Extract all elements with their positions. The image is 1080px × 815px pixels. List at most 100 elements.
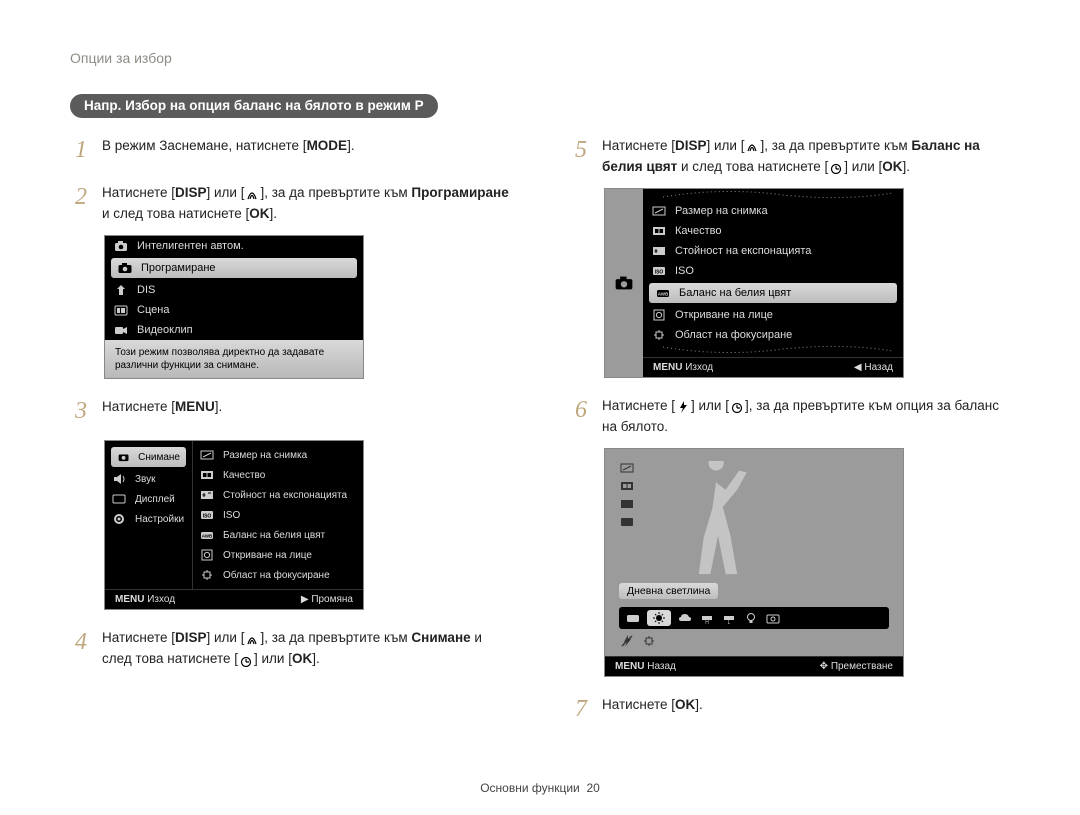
text: Натиснете [ — [602, 398, 675, 413]
text: ]. — [347, 138, 355, 153]
text: ]. — [903, 159, 911, 174]
label: Баланс на белия цвят — [679, 287, 791, 299]
kbd-menu: MENU — [175, 399, 215, 414]
side-icons — [619, 461, 635, 529]
flash-icon — [675, 399, 691, 411]
label: ISO — [223, 510, 240, 521]
iso-icon: ISO — [651, 264, 667, 278]
foot-right: ◀ Назад — [854, 362, 893, 373]
list-item-selected: Снимане — [111, 447, 186, 467]
quality-icon — [619, 479, 635, 493]
list-item: Област на фокусиране — [193, 565, 363, 585]
step-text: Натиснете [OK]. — [602, 691, 1010, 728]
list-item: ISO ISO — [643, 261, 903, 281]
step-number: 7 — [570, 691, 592, 728]
step-text: Натиснете [] или [], за да превъртите къ… — [602, 392, 1010, 438]
label: Откриване на лице — [675, 309, 773, 321]
label: Област на фокусиране — [675, 329, 792, 341]
footer-label: Основни функции — [480, 781, 580, 795]
text: Натиснете [ — [102, 630, 175, 645]
list-item: Размер на снимка — [643, 201, 903, 221]
wb-option-strip: H L — [619, 607, 889, 629]
awb-icon: AWB — [199, 528, 215, 542]
step-6: 6 Натиснете [] или [], за да превъртите … — [570, 392, 1010, 438]
step-number: 6 — [570, 392, 592, 438]
camera-icon — [117, 450, 130, 464]
foot-left: MENU Изход — [653, 362, 713, 373]
program-icon — [117, 261, 133, 275]
text: Натиснете [ — [102, 399, 175, 414]
list-item: Настройки — [105, 509, 192, 529]
text: ], за да превъртите към — [260, 185, 411, 200]
ev-icon — [199, 488, 215, 502]
screen-wb-list: Размер на снимка Качество Стойност на ек… — [604, 188, 904, 378]
timer-icon — [828, 160, 844, 172]
af-area-icon — [641, 634, 657, 648]
step-text: Натиснете [DISP] или [], за да превъртит… — [602, 132, 1010, 178]
label: Сцена — [137, 304, 169, 316]
screen-footer: MENU Назад ✥ Преместване — [605, 656, 903, 676]
col-left: 1 В режим Заснемане, натиснете [MODE]. 2… — [70, 132, 510, 738]
step-text: Натиснете [DISP] или [], за да превъртит… — [102, 179, 510, 225]
kbd-menu: MENU — [115, 594, 144, 605]
awb-icon — [625, 611, 641, 625]
svg-text:ISO: ISO — [203, 514, 212, 520]
kbd-disp: DISP — [675, 138, 707, 153]
tungsten-icon — [743, 611, 759, 625]
step-number: 4 — [70, 624, 92, 670]
text: ]. — [312, 651, 320, 666]
screen-wb-picker: Дневна светлина H L MENU Назад ✥ Прем — [604, 448, 904, 677]
kbd-ok: OK — [249, 206, 269, 221]
step-7: 7 Натиснете [OK]. — [570, 691, 1010, 728]
screen-mode-select: Интелигентен автом. Програмиране DIS Сце… — [104, 235, 364, 379]
gear-icon — [111, 512, 127, 526]
label: Дисплей — [135, 494, 175, 505]
kbd-disp: DISP — [175, 630, 207, 645]
menu-right-pane: Размер на снимка Качество Стойност на ек… — [193, 441, 363, 589]
quality-icon — [199, 468, 215, 482]
timer-icon — [729, 399, 745, 411]
list-item: Качество — [643, 221, 903, 241]
foot-right: ▶ Промяна — [301, 594, 353, 605]
scroll-curve-top — [643, 189, 903, 199]
quality-icon — [651, 224, 667, 238]
list-item: Откриване на лице — [193, 545, 363, 565]
label: Интелигентен автом. — [137, 240, 244, 252]
step-4: 4 Натиснете [DISP] или [], за да превърт… — [70, 624, 510, 670]
list-item: ISO ISO — [193, 505, 363, 525]
size-icon — [651, 204, 667, 218]
camera-icon — [613, 274, 635, 292]
screen-footer: MENU Изход ◀ Назад — [643, 357, 903, 377]
svg-text:AWB: AWB — [202, 534, 213, 539]
list-item: Стойност на експонацията — [643, 241, 903, 261]
arrow-left-icon: ◀ — [854, 362, 862, 373]
sun-icon — [651, 611, 667, 625]
example-pill: Напр. Избор на опция баланс на бялото в … — [70, 94, 438, 118]
label: Откриване на лице — [223, 550, 312, 561]
display-icon — [111, 492, 127, 506]
ev-icon — [651, 244, 667, 258]
text: ]. — [270, 206, 278, 221]
text: ]. — [695, 697, 703, 712]
list-item: Стойност на експонацията — [193, 485, 363, 505]
text: Натиснете [ — [102, 185, 175, 200]
label: Изход — [685, 362, 713, 373]
label: Програмиране — [141, 262, 216, 274]
label: Размер на снимка — [675, 205, 768, 217]
smart-icon — [113, 239, 129, 253]
label: Качество — [223, 470, 265, 481]
col-right: 5 Натиснете [DISP] или [], за да превърт… — [570, 132, 1010, 738]
label: Назад — [647, 661, 676, 672]
foot-left: MENU Изход — [115, 594, 175, 605]
columns: 1 В режим Заснемане, натиснете [MODE]. 2… — [70, 132, 1010, 738]
list-item: AWBБаланс на белия цвят — [193, 525, 363, 545]
step-number: 2 — [70, 179, 92, 225]
iso-icon — [619, 515, 635, 529]
label: ISO — [675, 265, 694, 277]
label: Изход — [147, 594, 175, 605]
screen-main-menu: Снимане Звук Дисплей Настройки Размер на… — [104, 440, 364, 610]
text: ], за да превъртите към — [260, 630, 411, 645]
list-item: Качество — [193, 465, 363, 485]
macro-icon — [244, 187, 260, 199]
foot-right: ✥ Преместване — [820, 661, 893, 672]
